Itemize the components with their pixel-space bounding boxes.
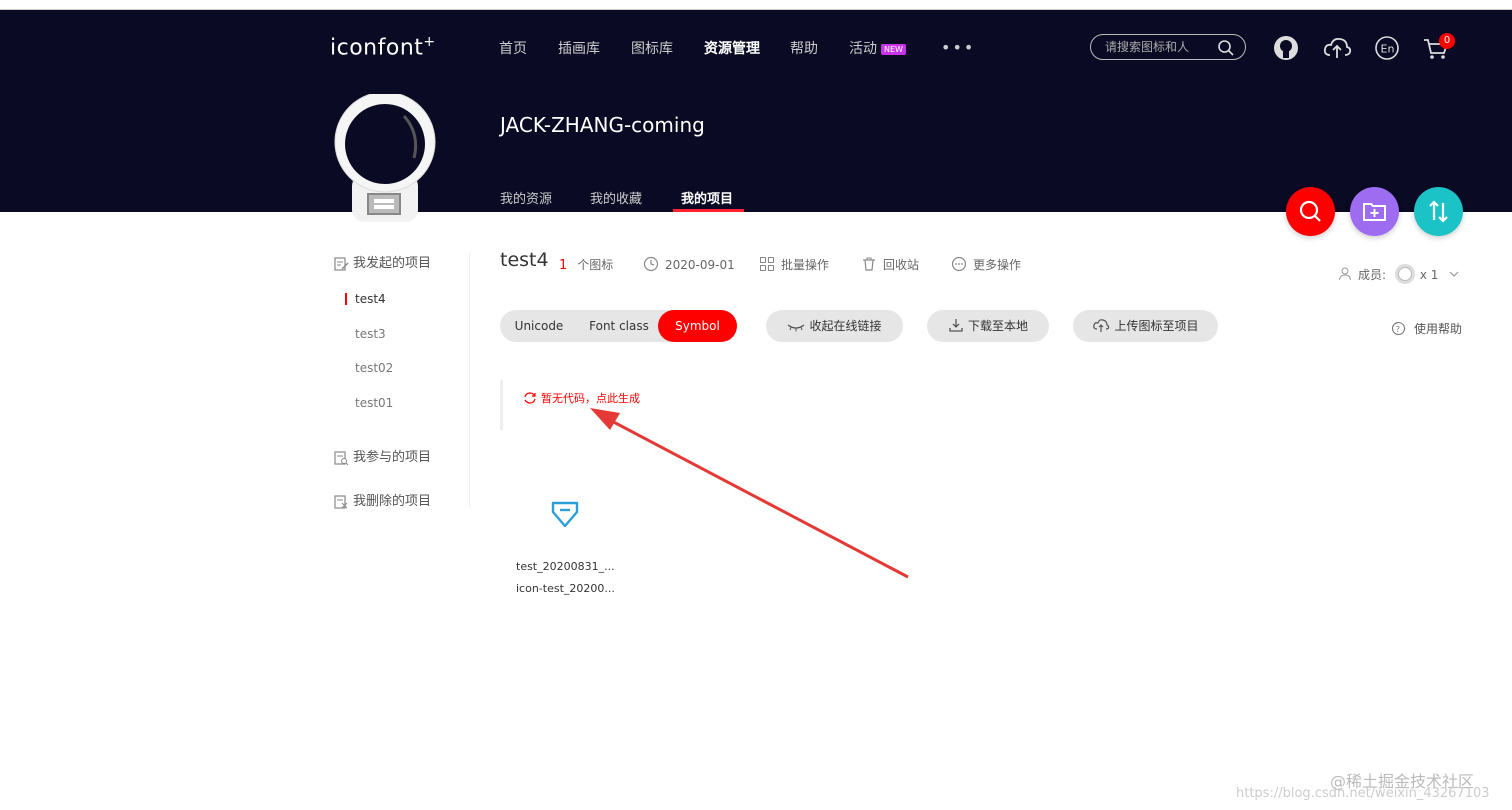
- cart-count-badge: 0: [1439, 33, 1455, 49]
- collapse-link-label: 收起在线链接: [809, 319, 882, 333]
- members-count: x 1: [1419, 268, 1439, 282]
- more-operations-label: 更多操作: [973, 258, 1022, 272]
- site-header: iconfont+ 首页 插画库 图标库 资源管理 帮助 活动 NEW ••• E…: [0, 10, 1512, 222]
- svg-text:En: En: [1381, 43, 1395, 56]
- doc-delete-icon: [334, 494, 348, 509]
- tab-unicode[interactable]: Unicode: [504, 310, 574, 342]
- nav-home[interactable]: 首页: [499, 38, 527, 58]
- search-input[interactable]: [1103, 39, 1217, 55]
- collapse-online-link-button[interactable]: 收起在线链接: [766, 310, 903, 342]
- download-label: 下载至本地: [967, 319, 1028, 333]
- upload-label: 上传图标至项目: [1114, 319, 1199, 333]
- avatar[interactable]: [334, 94, 436, 222]
- nav-activity-label: 活动: [849, 41, 877, 57]
- icon-count-label: 个图标: [577, 258, 614, 272]
- download-icon: [949, 319, 963, 332]
- tag-icon: [550, 498, 580, 532]
- sidebar-deleted-label: 我删除的项目: [353, 494, 432, 509]
- generate-code-link[interactable]: 暂无代码，点此生成: [523, 390, 640, 406]
- sidebar-item-test4[interactable]: test4: [345, 292, 386, 306]
- tab-my-favorites[interactable]: 我的收藏: [590, 188, 642, 207]
- tab-my-projects[interactable]: 我的项目: [681, 188, 733, 207]
- more-circle-icon: [951, 256, 967, 272]
- search-box[interactable]: [1090, 34, 1246, 60]
- tab-active-indicator: [673, 209, 744, 212]
- sidebar-joined-label: 我参与的项目: [353, 450, 432, 465]
- code-type-switch: Unicode Font class Symbol: [500, 310, 737, 342]
- recycle-bin-button[interactable]: 回收站: [861, 256, 919, 273]
- icon-count: 1 个图标: [559, 256, 613, 273]
- nav-icons[interactable]: 图标库: [631, 38, 673, 58]
- generate-code-label: 暂无代码，点此生成: [541, 392, 640, 405]
- active-indicator: [345, 293, 347, 305]
- tab-font-class[interactable]: Font class: [580, 310, 658, 342]
- chevron-down-icon: [1449, 271, 1459, 277]
- icon-code: icon-test_20200...: [516, 582, 615, 595]
- eye-closed-icon: [788, 324, 805, 332]
- upload-icons-button[interactable]: 上传图标至项目: [1073, 310, 1218, 342]
- tab-my-resources[interactable]: 我的资源: [500, 188, 552, 207]
- more-menu-button[interactable]: •••: [941, 38, 975, 57]
- sidebar-item-test02[interactable]: test02: [355, 361, 393, 375]
- language-en-icon[interactable]: En: [1373, 34, 1401, 62]
- folder-add-icon: [1363, 203, 1386, 221]
- search-fab-button[interactable]: [1286, 187, 1335, 236]
- nav-help[interactable]: 帮助: [790, 38, 818, 58]
- search-icon[interactable]: [1217, 39, 1235, 61]
- sidebar-initiated-projects[interactable]: 我发起的项目: [333, 252, 431, 272]
- download-button[interactable]: 下载至本地: [927, 310, 1049, 342]
- nav-illustrations[interactable]: 插画库: [558, 38, 600, 58]
- user-icon: [1339, 267, 1351, 281]
- usage-help-link[interactable]: ? 使用帮助: [1391, 320, 1462, 337]
- sidebar-item-label: test4: [355, 292, 386, 306]
- svg-text:?: ?: [1396, 325, 1400, 334]
- search-icon: [1299, 200, 1321, 222]
- upload-cloud-icon[interactable]: [1322, 34, 1352, 62]
- watermark-url: https://blog.csdn.net/weixin_43267103: [1236, 786, 1490, 801]
- site-logo[interactable]: iconfont+: [330, 34, 436, 60]
- sort-fab-button[interactable]: [1414, 187, 1463, 236]
- batch-label: 批量操作: [781, 258, 830, 272]
- batch-operations-button[interactable]: 批量操作: [759, 256, 829, 273]
- usage-help-label: 使用帮助: [1414, 322, 1463, 336]
- nav-activity[interactable]: 活动 NEW: [849, 38, 906, 58]
- sidebar-divider: [469, 252, 470, 508]
- logo-text: iconfont: [330, 35, 424, 61]
- github-icon[interactable]: [1272, 34, 1300, 62]
- project-title: test4: [500, 249, 549, 271]
- sort-arrows-icon: [1429, 200, 1448, 223]
- tab-symbol[interactable]: Symbol: [658, 310, 737, 342]
- sidebar-initiated-label: 我发起的项目: [353, 256, 432, 271]
- sidebar-item-test3[interactable]: test3: [355, 327, 386, 341]
- project-date-text: 2020-09-01: [665, 258, 735, 272]
- code-area-border: [500, 380, 503, 430]
- nav-resources[interactable]: 资源管理: [704, 38, 760, 58]
- doc-search-icon: [334, 450, 349, 465]
- project-date: 2020-09-01: [643, 256, 735, 272]
- members-label: 成员:: [1358, 268, 1387, 282]
- clock-icon: [643, 256, 659, 272]
- refresh-icon: [524, 392, 536, 404]
- recycle-label: 回收站: [883, 258, 920, 272]
- top-border: [0, 0, 1512, 10]
- new-badge: NEW: [881, 43, 906, 55]
- more-operations-button[interactable]: 更多操作: [951, 256, 1021, 273]
- member-avatar-icon: [1394, 264, 1415, 284]
- sidebar-deleted-projects[interactable]: 我删除的项目: [333, 490, 431, 510]
- edit-doc-icon: [334, 256, 349, 271]
- sidebar-item-test01[interactable]: test01: [355, 396, 393, 410]
- grid-icon: [760, 257, 774, 271]
- icon-count-number: 1: [559, 258, 568, 273]
- logo-plus: +: [423, 34, 436, 50]
- icon-name: test_20200831_...: [516, 560, 615, 573]
- members-dropdown[interactable]: 成员: x 1: [1338, 263, 1460, 285]
- username: JACK-ZHANG-coming: [500, 113, 705, 137]
- question-circle-icon: ?: [1391, 321, 1406, 336]
- sidebar-joined-projects[interactable]: 我参与的项目: [333, 446, 431, 466]
- upload-cloud-icon: [1093, 319, 1110, 332]
- trash-icon: [863, 257, 875, 271]
- new-project-fab-button[interactable]: [1350, 187, 1399, 236]
